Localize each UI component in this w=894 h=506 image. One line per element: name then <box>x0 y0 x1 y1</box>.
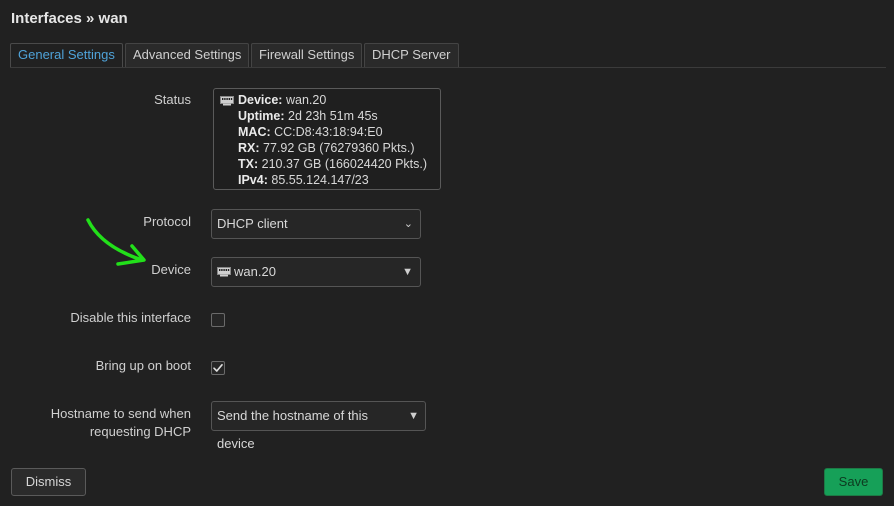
hostname-label-line2: requesting DHCP <box>89 424 191 439</box>
disable-interface-label: Disable this interface <box>70 310 191 325</box>
bring-up-on-boot-label: Bring up on boot <box>95 358 191 373</box>
page-title: Interfaces » wan <box>11 10 128 27</box>
hostname-select-value: Send the hostname of this device <box>217 408 369 451</box>
status-box: Device: wan.20 Uptime: 2d 23h 51m 45s MA… <box>213 88 441 190</box>
tab-advanced-settings[interactable]: Advanced Settings <box>125 43 250 67</box>
tab-general-settings[interactable]: General Settings <box>10 43 123 68</box>
status-details: Device: wan.20 Uptime: 2d 23h 51m 45s MA… <box>238 92 427 188</box>
checkmark-icon <box>213 364 223 372</box>
hostname-select[interactable]: Send the hostname of this device ▼ <box>211 401 426 451</box>
dismiss-button[interactable]: Dismiss <box>11 468 86 496</box>
protocol-label: Protocol <box>143 214 191 229</box>
protocol-select-value: DHCP client <box>217 216 288 231</box>
status-mac-value: CC:D8:43:18:94:E0 <box>274 125 383 139</box>
status-rx-value: 77.92 GB (76279360 Pkts.) <box>263 141 415 155</box>
status-ipv4-key: IPv4: <box>238 173 268 187</box>
disable-interface-checkbox[interactable] <box>211 313 225 327</box>
status-rx-key: RX: <box>238 141 260 155</box>
hostname-label-line1: Hostname to send when <box>50 406 191 421</box>
tabs-divider <box>10 67 886 68</box>
protocol-select[interactable]: DHCP client ⌄ <box>211 209 421 239</box>
device-select[interactable]: wan.20 ▼ <box>211 257 421 287</box>
caret-down-icon: ▼ <box>408 410 419 422</box>
tab-dhcp-server[interactable]: DHCP Server <box>364 43 459 67</box>
tab-firewall-settings[interactable]: Firewall Settings <box>251 43 363 67</box>
status-tx-key: TX: <box>238 157 259 171</box>
status-uptime-value: 2d 23h 51m 45s <box>288 109 378 123</box>
device-select-value: wan.20 <box>234 264 276 279</box>
ethernet-port-icon <box>220 96 234 106</box>
chevron-down-icon: ⌄ <box>403 218 413 230</box>
hostname-label: Hostname to send when requesting DHCP <box>51 405 191 441</box>
status-device-key: Device: <box>238 93 283 107</box>
bring-up-on-boot-checkbox[interactable] <box>211 361 225 375</box>
status-uptime-key: Uptime: <box>238 109 285 123</box>
status-device-value: wan.20 <box>285 93 327 107</box>
caret-down-icon: ▼ <box>402 266 413 278</box>
status-label: Status <box>154 92 191 107</box>
status-ipv4-value: 85.55.124.147/23 <box>271 173 369 187</box>
ethernet-port-icon <box>217 267 231 277</box>
status-tx-value: 210.37 GB (166024420 Pkts.) <box>261 157 428 171</box>
save-button[interactable]: Save <box>824 468 883 496</box>
status-mac-key: MAC: <box>238 125 271 139</box>
device-label: Device <box>151 262 191 277</box>
